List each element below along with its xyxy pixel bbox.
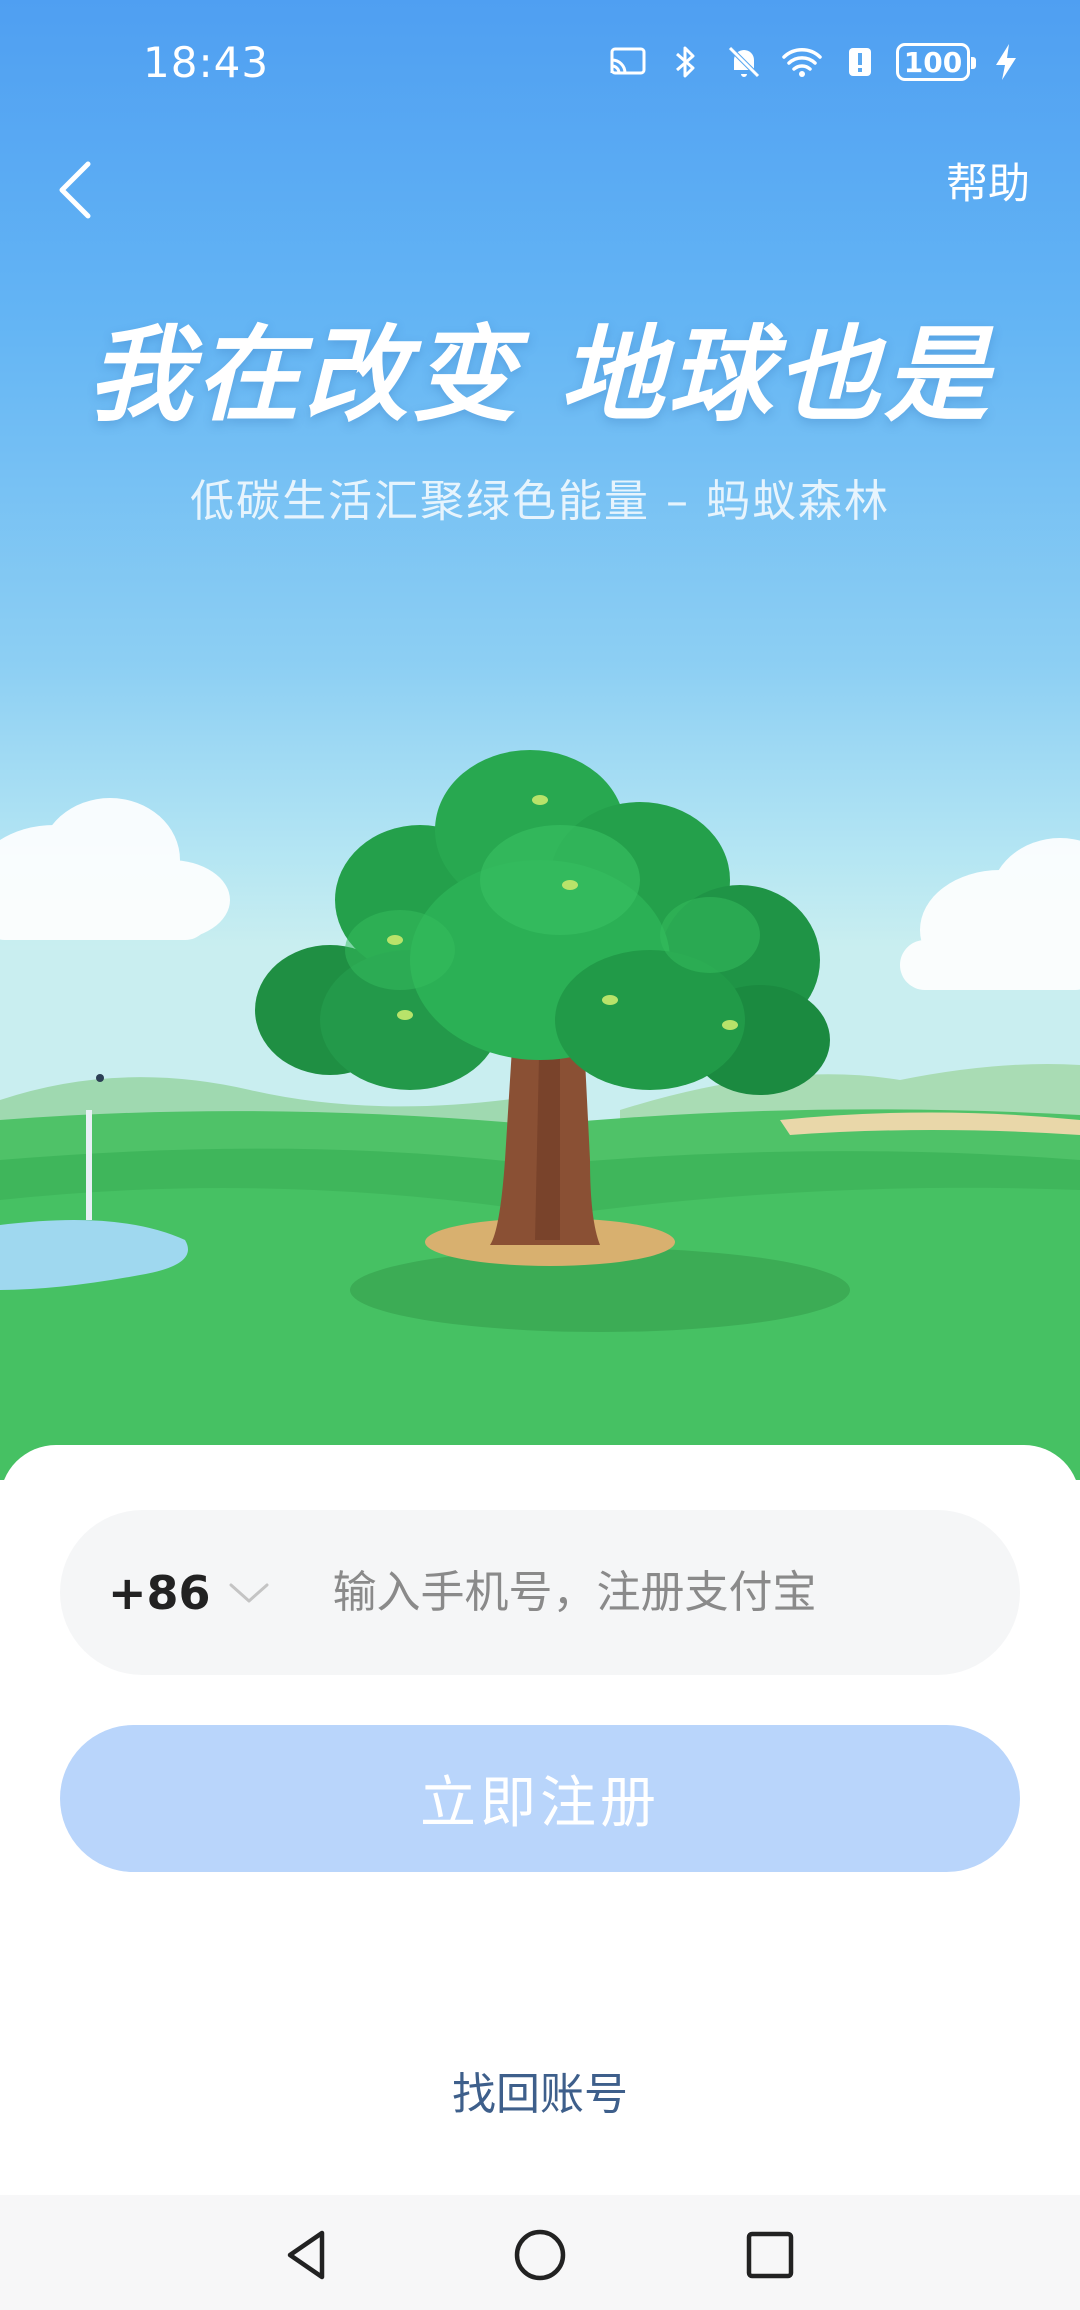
- charging-icon: [996, 44, 1016, 80]
- cloud-left: [0, 798, 230, 940]
- register-button[interactable]: 立即注册: [60, 1725, 1020, 1872]
- forest-illustration: [0, 750, 1080, 1480]
- hero-subline: 低碳生活汇聚绿色能量 – 蚂蚁森林: [190, 476, 890, 527]
- wifi-icon: [782, 48, 822, 77]
- phone-input[interactable]: [332, 1567, 953, 1618]
- home-circle-icon[interactable]: [510, 2225, 570, 2285]
- status-time: 18:43: [143, 38, 270, 87]
- hero-headline: 我在改变 地球也是: [87, 314, 993, 436]
- alert-icon: [849, 48, 871, 76]
- cast-icon: [610, 47, 646, 75]
- tree-canopy: [255, 750, 830, 1095]
- help-button[interactable]: 帮助: [946, 150, 1030, 211]
- cloud-right: [900, 838, 1080, 990]
- country-code-selector[interactable]: +86: [108, 1566, 273, 1620]
- phone-field: +86: [60, 1510, 1020, 1675]
- status-icons: 100: [606, 40, 1028, 84]
- back-triangle-icon[interactable]: [278, 2225, 338, 2285]
- system-nav-bar: [0, 2195, 1080, 2310]
- chevron-down-icon: [229, 1583, 269, 1602]
- recents-square-icon[interactable]: [740, 2225, 800, 2285]
- country-code-label: +86: [108, 1565, 211, 1620]
- status-bar: 18:43 100: [0, 0, 1080, 130]
- hero-banner: 18:43 100 帮助 我在改变 地球也是 低碳生活汇聚绿色能量 – 蚂蚁森林: [0, 0, 1080, 1480]
- back-button[interactable]: [44, 150, 114, 230]
- battery-icon: 100: [896, 43, 976, 81]
- bluetooth-icon: [676, 46, 695, 78]
- recover-account-link[interactable]: 找回账号: [0, 2058, 1080, 2122]
- battery-level: 100: [903, 45, 963, 79]
- chevron-left-icon: [59, 161, 91, 219]
- mute-notification-icon: [728, 46, 760, 78]
